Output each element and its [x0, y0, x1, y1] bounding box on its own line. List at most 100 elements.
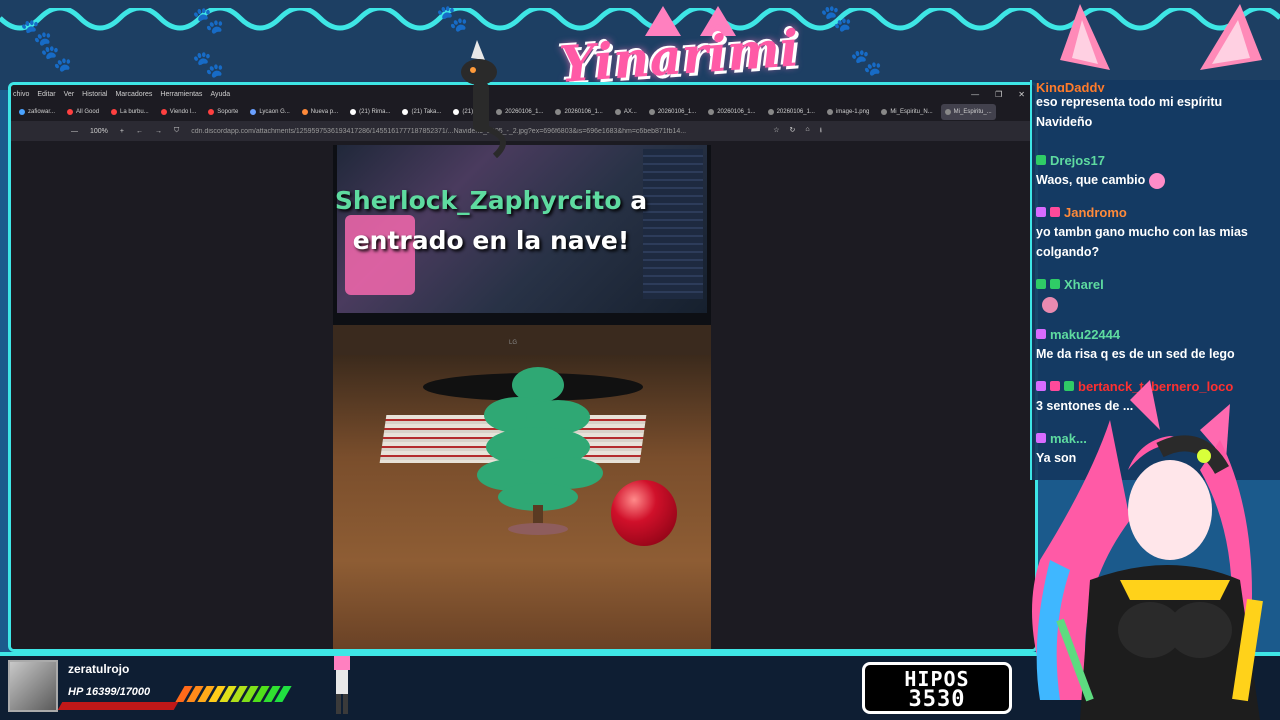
bookmark-star-icon[interactable]: ☆ [773, 126, 779, 137]
tab-favicon-icon [614, 109, 621, 115]
emote-icon [1042, 296, 1058, 313]
hp-bar [57, 702, 179, 710]
zoom-out-button[interactable]: — [71, 128, 78, 135]
tab-label: (21) Rima... [359, 109, 391, 115]
tab-label: Viendo l... [169, 109, 197, 115]
tab-favicon-icon [250, 109, 257, 115]
chat-username: Drejos17 [1050, 152, 1105, 168]
browser-tab[interactable]: 20260106_1... [551, 104, 606, 120]
paw-print-icon: 🐾 [192, 6, 225, 36]
chat-username: KingDaddy [1036, 82, 1105, 92]
browser-tab[interactable]: 20260106_1... [645, 104, 700, 120]
browser-tab[interactable]: 20260106_1... [704, 104, 759, 120]
paw-print-icon: 🐾 [40, 44, 73, 74]
menu-history[interactable]: Historial [82, 91, 107, 98]
tab-label: La burbu... [120, 109, 149, 115]
chat-text: Ya son [1036, 451, 1077, 465]
tab-label: 20260106_1... [717, 109, 756, 115]
tab-label: AX... [623, 109, 637, 115]
tab-favicon-icon [19, 109, 25, 115]
browser-tab[interactable]: image-1.png [823, 104, 873, 120]
paw-print-icon: 🐾 [20, 18, 53, 48]
zoom-in-button[interactable]: + [120, 128, 124, 135]
tab-label: image-1.png [835, 109, 870, 115]
chat-message: Xharel [1036, 274, 1280, 314]
mascot-cat [461, 40, 506, 158]
browser-tab[interactable]: (21) Taka... [398, 104, 445, 120]
subscriber-badge-icon [1036, 329, 1046, 339]
shield-icon[interactable]: ⛉ [174, 127, 179, 135]
paw-print-icon: 🐾 [436, 4, 469, 34]
menu-help[interactable]: Ayuda [210, 91, 230, 98]
browser-tab[interactable]: Soporte [204, 104, 242, 120]
tab-label: Mi_Espiritu_... [953, 109, 992, 115]
tab-favicon-icon [350, 109, 357, 115]
menu-bookmarks[interactable]: Marcadores [115, 91, 152, 98]
browser-tab[interactable]: Lycaon G... [246, 104, 293, 120]
forward-icon[interactable]: → [155, 128, 162, 135]
chat-text: eso representa todo mi espíritu Navideño [1036, 95, 1223, 129]
zoom-level[interactable]: 100% [90, 128, 108, 135]
menu-tools[interactable]: Herramientas [160, 91, 202, 98]
chat-text: yo tambn gano mucho con las mias colgand… [1036, 225, 1248, 259]
raid-alert: Sherlock_Zaphyrcito a entrado en la nave… [311, 181, 671, 261]
heart-badge-icon [1050, 207, 1060, 217]
browser-tab[interactable]: Mi_Espiritu_N... [877, 104, 936, 120]
tab-favicon-icon [555, 109, 562, 115]
chat-message: Jandromo yo tambn gano mucho con las mia… [1036, 202, 1280, 262]
overlay-bottom-wave [0, 652, 1280, 656]
back-icon[interactable]: ← [136, 128, 143, 135]
tab-favicon-icon [708, 109, 715, 115]
tab-favicon-icon [826, 109, 833, 115]
moderator-badge-icon [1036, 155, 1046, 165]
chat-text: 3 sentones de ... [1036, 399, 1134, 413]
tab-label: Soporte [217, 109, 239, 115]
browser-tab[interactable]: All Good [63, 104, 103, 120]
reload-icon[interactable]: ↻ [790, 126, 796, 137]
browser-tab[interactable]: 20260106_1... [764, 104, 819, 120]
alert-line1: a [621, 186, 648, 215]
browser-tab[interactable]: Nueva p... [298, 104, 342, 120]
gem-badge-icon [1050, 279, 1060, 289]
tab-label: Nueva p... [310, 109, 339, 115]
chat-username: bertanck_tabernero_loco [1078, 378, 1234, 394]
browser-tab[interactable]: La burbu... [107, 104, 153, 120]
tab-favicon-icon [402, 109, 409, 115]
close-icon[interactable]: ✕ [1018, 90, 1025, 99]
browser-tab[interactable]: zafiowar... [15, 104, 59, 120]
lego-tree [477, 367, 603, 535]
hipos-value: 3530 [908, 687, 966, 712]
chat-message: Drejos17 Waos, que cambio [1036, 150, 1280, 190]
chat-username: Xharel [1064, 276, 1104, 292]
viewer-hp-text: HP 16399/17000 [68, 686, 151, 698]
browser-tab[interactable]: AX... [611, 104, 641, 120]
monitor-brand-label: LG [509, 340, 518, 346]
chat-message: mak... Ya son [1036, 428, 1280, 468]
gift-badge-icon [1064, 381, 1074, 391]
home-icon[interactable]: ⌂ [805, 126, 809, 137]
menu-view[interactable]: Ver [64, 91, 75, 98]
browser-tab[interactable]: (21) Rima... [346, 104, 394, 120]
tab-label: All Good [76, 109, 100, 115]
tab-label: Lycaon G... [259, 109, 290, 115]
chat-username: Jandromo [1064, 204, 1127, 220]
browser-tab[interactable]: Viendo l... [157, 104, 201, 120]
tab-favicon-icon [881, 109, 888, 115]
menu-file[interactable]: chivo [13, 91, 29, 98]
tab-label: zafiowar... [28, 109, 56, 115]
viewer-avatar [8, 660, 58, 712]
menu-edit[interactable]: Editar [37, 91, 55, 98]
chat-message: bertanck_tabernero_loco 3 sentones de ..… [1036, 376, 1280, 416]
minimize-icon[interactable]: — [971, 90, 979, 99]
moderator-badge-icon [1036, 279, 1046, 289]
pixel-character-sprite [334, 656, 350, 714]
browser-tab[interactable]: Mi_Espiritu_... [940, 104, 996, 120]
download-icon[interactable]: ⭳ [820, 126, 822, 137]
tab-label: Mi_Espiritu_N... [890, 109, 933, 115]
maximize-icon[interactable]: ❐ [995, 90, 1002, 99]
subscriber-badge-icon [1036, 207, 1046, 217]
tab-favicon-icon [111, 109, 118, 115]
alert-username: Sherlock_Zaphyrcito [334, 186, 622, 215]
tab-favicon-icon [160, 109, 167, 115]
chat-text: Me da risa q es de un sed de lego [1036, 347, 1235, 361]
